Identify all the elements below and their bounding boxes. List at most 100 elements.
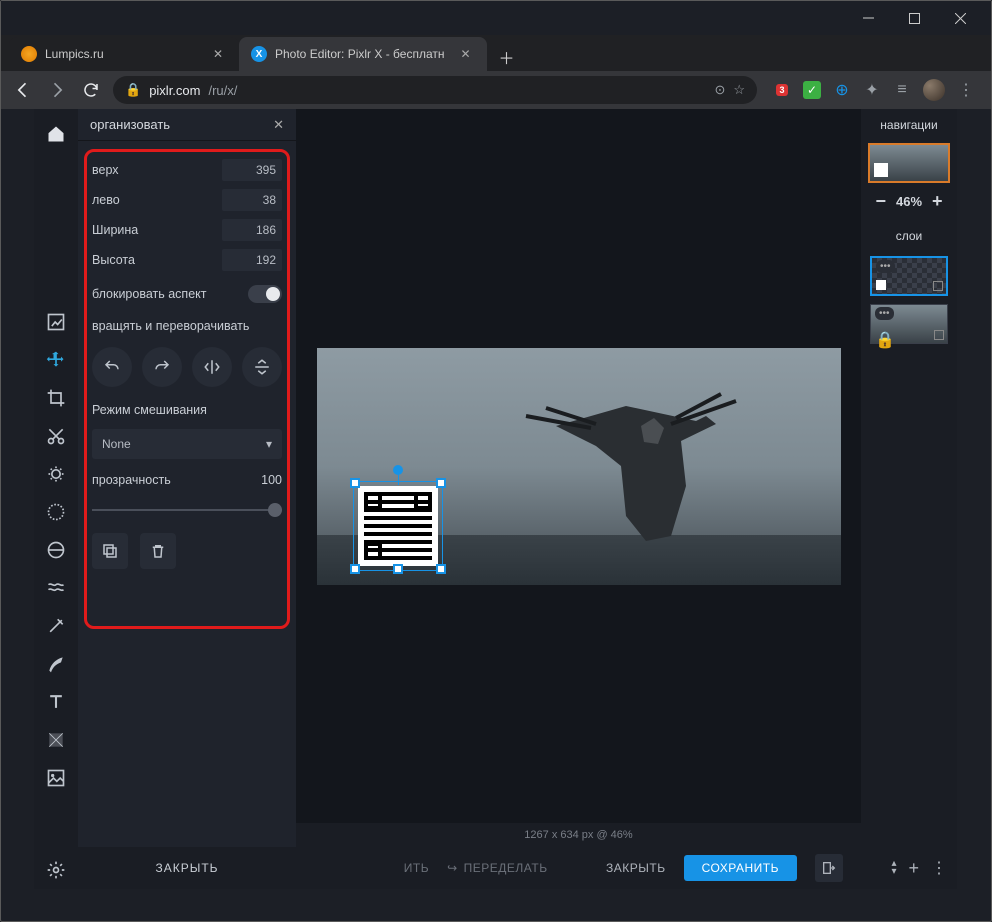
delete-button[interactable] <box>140 533 176 569</box>
export-icon-button[interactable] <box>815 854 843 882</box>
left-input[interactable] <box>222 189 282 211</box>
zoom-controls: − 46% + <box>875 191 942 212</box>
close-window-button[interactable] <box>937 2 983 34</box>
top-input[interactable] <box>222 159 282 181</box>
height-input[interactable] <box>222 249 282 271</box>
title-bar <box>1 1 991 35</box>
opacity-label: прозрачность <box>92 473 171 487</box>
extension-globe-icon[interactable]: ⊕ <box>833 81 851 99</box>
width-input[interactable] <box>222 219 282 241</box>
app-root: организовать ✕ верх лево Ширина Высота б… <box>34 109 957 889</box>
layer-qr[interactable]: ••• <box>870 256 948 296</box>
zoom-in-button[interactable]: + <box>932 191 943 212</box>
url-input[interactable]: 🔒 pixlr.com/ru/x/ ⊙ ☆ <box>113 76 757 104</box>
layer-menu-icon[interactable]: ••• <box>876 260 895 273</box>
layer-preview-icon <box>876 280 886 290</box>
tab-favicon <box>21 46 37 62</box>
duplicate-button[interactable] <box>92 533 128 569</box>
new-tab-button[interactable]: ＋ <box>493 43 521 71</box>
right-panel: навигации − 46% + слои ••• ••• 🔒 ▴▾ + <box>861 109 957 889</box>
element-tool[interactable] <box>38 722 74 758</box>
qr-selection[interactable] <box>353 481 443 571</box>
layer-visible-checkbox[interactable] <box>933 281 943 291</box>
extension-check-icon[interactable]: ✓ <box>803 81 821 99</box>
resize-handle-bm[interactable] <box>393 564 403 574</box>
tab-strip: Lumpics.ru ✕ X Photo Editor: Pixlr X - б… <box>1 35 991 71</box>
lock-aspect-label: блокировать аспект <box>92 287 206 301</box>
flip-horizontal-button[interactable] <box>192 347 232 387</box>
rotate-handle[interactable] <box>393 465 403 475</box>
navigator-thumbnail[interactable] <box>868 143 950 183</box>
rotate-flip-buttons <box>92 347 282 387</box>
height-label: Высота <box>92 253 135 267</box>
reload-button[interactable] <box>79 78 103 102</box>
resize-handle-tr[interactable] <box>436 478 446 488</box>
cut-tool[interactable] <box>38 418 74 454</box>
left-label: лево <box>92 193 120 207</box>
panel-close-icon[interactable]: ✕ <box>273 117 284 133</box>
settings-tool[interactable] <box>38 852 74 888</box>
text-tool[interactable] <box>38 684 74 720</box>
canvas-wrap[interactable] <box>296 109 861 823</box>
close-tab-icon[interactable]: ✕ <box>213 47 227 61</box>
opacity-slider[interactable] <box>92 509 282 511</box>
rotate-left-button[interactable] <box>92 347 132 387</box>
redo-button[interactable]: ↪ ПЕРЕДЕЛАТЬ <box>447 861 547 875</box>
profile-avatar[interactable] <box>923 79 945 101</box>
liquify-tool[interactable] <box>38 570 74 606</box>
maximize-button[interactable] <box>891 2 937 34</box>
back-button[interactable] <box>11 78 35 102</box>
extensions-puzzle-icon[interactable]: ✦ <box>863 81 881 99</box>
tab-lumpics[interactable]: Lumpics.ru ✕ <box>9 37 239 71</box>
add-layer-button[interactable]: + <box>908 858 919 879</box>
forward-button[interactable] <box>45 78 69 102</box>
tab-pixlr[interactable]: X Photo Editor: Pixlr X - бесплатн ✕ <box>239 37 487 71</box>
crop-tool[interactable] <box>38 380 74 416</box>
heal-tool[interactable] <box>38 608 74 644</box>
home-tool[interactable] <box>38 116 74 152</box>
resize-handle-tl[interactable] <box>350 478 360 488</box>
filter-tool[interactable] <box>38 494 74 530</box>
adblock-icon[interactable]: 3 <box>773 81 791 99</box>
layer-background[interactable]: ••• 🔒 <box>870 304 948 344</box>
blend-mode-select[interactable]: None ▾ <box>92 429 282 459</box>
panel-close-button[interactable]: ЗАКРЫТЬ <box>78 847 296 889</box>
search-in-page-icon[interactable]: ⊙ <box>714 82 725 98</box>
save-button[interactable]: СОХРАНИТЬ <box>684 855 797 881</box>
reading-list-icon[interactable]: ≡ <box>893 81 911 99</box>
layer-visible-checkbox[interactable] <box>934 330 944 340</box>
tab-favicon: X <box>251 46 267 62</box>
layers-menu-button[interactable]: ⋮ <box>931 858 947 878</box>
close-tab-icon[interactable]: ✕ <box>461 47 475 61</box>
arrange-tool[interactable] <box>38 342 74 378</box>
layer-menu-icon[interactable]: ••• <box>875 307 894 320</box>
resize-handle-bl[interactable] <box>350 564 360 574</box>
zoom-out-button[interactable]: − <box>875 191 886 212</box>
url-host: pixlr.com <box>149 83 200 98</box>
tab-title: Photo Editor: Pixlr X - бесплатн <box>275 47 445 61</box>
resize-handle-br[interactable] <box>436 564 446 574</box>
slider-thumb[interactable] <box>268 503 282 517</box>
draw-tool[interactable] <box>38 646 74 682</box>
opacity-value: 100 <box>261 473 282 487</box>
browser-menu-icon[interactable]: ⋮ <box>957 81 975 99</box>
bottom-actions: ИТЬ ↪ ПЕРЕДЕЛАТЬ ЗАКРЫТЬ СОХРАНИТЬ <box>296 847 861 889</box>
panel-title: организовать <box>90 117 170 132</box>
effect-tool[interactable] <box>38 532 74 568</box>
url-path: /ru/x/ <box>208 83 237 98</box>
qr-code-layer[interactable] <box>358 486 438 566</box>
close-button[interactable]: ЗАКРЫТЬ <box>606 861 666 875</box>
image-tool[interactable] <box>38 304 74 340</box>
bookmark-icon[interactable]: ☆ <box>733 82 745 98</box>
rotate-right-button[interactable] <box>142 347 182 387</box>
adjust-tool[interactable] <box>38 456 74 492</box>
add-image-tool[interactable] <box>38 760 74 796</box>
width-label: Ширина <box>92 223 138 237</box>
lock-aspect-toggle[interactable] <box>248 285 282 303</box>
flip-vertical-button[interactable] <box>242 347 282 387</box>
undo-button[interactable]: ИТЬ <box>404 861 429 875</box>
canvas-image[interactable] <box>317 348 841 585</box>
minimize-button[interactable] <box>845 2 891 34</box>
tab-title: Lumpics.ru <box>45 47 104 61</box>
layer-reorder-buttons[interactable]: ▴▾ <box>891 860 896 876</box>
